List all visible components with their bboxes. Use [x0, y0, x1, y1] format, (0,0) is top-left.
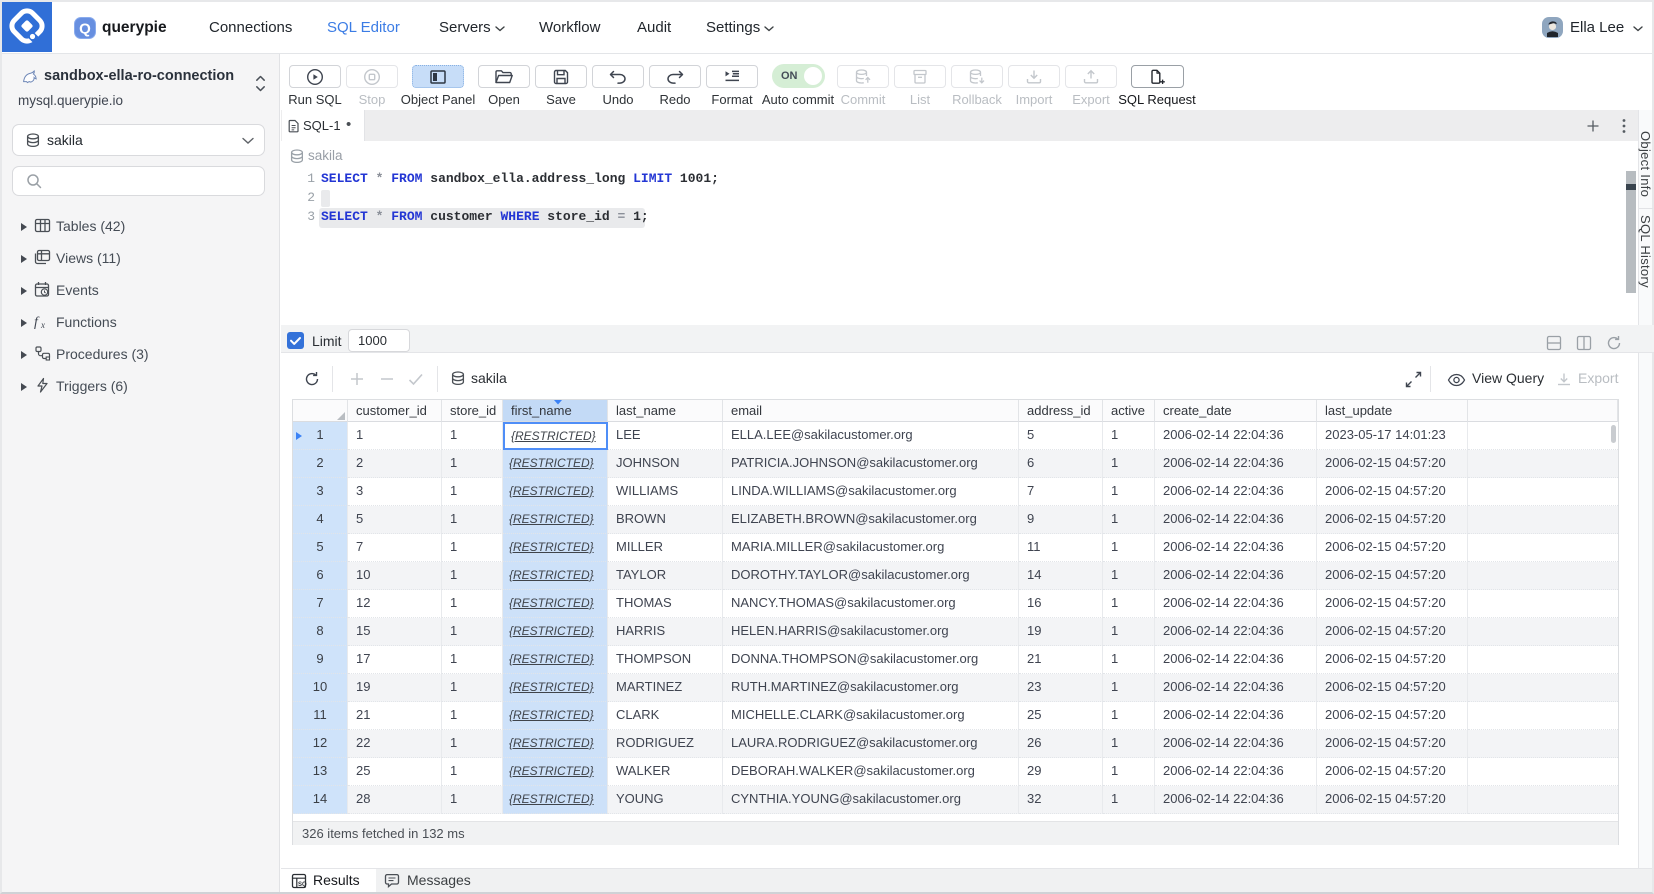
svg-text:f: f	[34, 315, 40, 330]
svg-text:Q: Q	[79, 21, 91, 38]
svg-text:SQL: SQL	[298, 882, 307, 888]
svg-text:x: x	[40, 320, 45, 330]
